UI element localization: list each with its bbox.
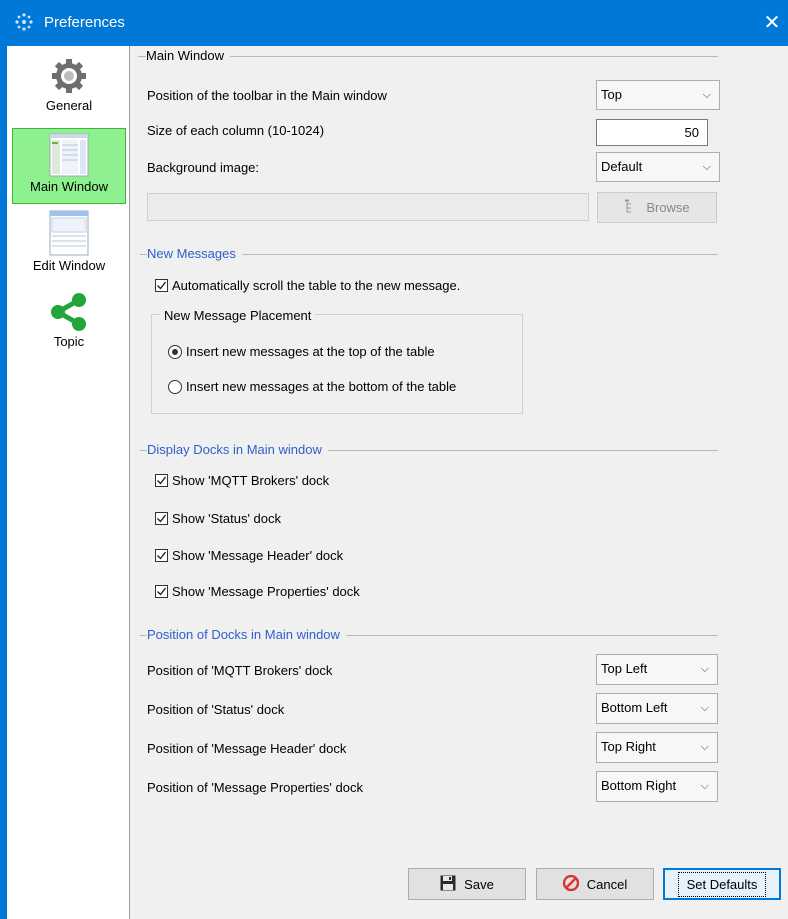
message-header-position-label: Position of 'Message Header' dock	[147, 741, 347, 756]
sidebar-item-edit-window[interactable]: Edit Window	[12, 210, 126, 280]
checkbox-label: Show 'Message Header' dock	[172, 548, 344, 563]
radio-button[interactable]	[168, 379, 182, 394]
placement-bottom-radio[interactable]: Insert new messages at the bottom of the…	[168, 379, 456, 394]
chevron-down-icon: ⌵	[702, 89, 711, 101]
placement-group-title: New Message Placement	[160, 308, 316, 323]
set-defaults-button[interactable]: Set Defaults	[663, 868, 781, 900]
toolbar-position-label: Position of the toolbar in the Main wind…	[147, 88, 387, 103]
sidebar-item-label: Topic	[53, 334, 85, 349]
topic-share-icon	[49, 292, 89, 332]
select-value: Top Right	[601, 739, 656, 754]
chevron-down-icon: ⌵	[702, 161, 711, 173]
radio-label: Insert new messages at the top of the ta…	[186, 344, 435, 359]
toolbar-position-select[interactable]: Top ⌵	[596, 80, 720, 110]
cancel-icon	[562, 874, 579, 894]
checkbox-box[interactable]	[155, 279, 168, 292]
folder-tree-icon	[624, 199, 638, 216]
autoscroll-checkbox[interactable]: Automatically scroll the table to the ne…	[155, 278, 460, 293]
preferences-sidebar: General Main Window Edit Window Topic	[7, 46, 130, 919]
sidebar-item-general[interactable]: General	[12, 56, 126, 126]
main-window-group-title: Main Window	[146, 48, 231, 63]
chevron-down-icon: ⌵	[700, 780, 709, 792]
chevron-down-icon: ⌵	[700, 702, 709, 714]
background-image-path	[147, 193, 589, 221]
column-size-label: Size of each column (10-1024)	[147, 123, 325, 138]
show-message-header-checkbox[interactable]: Show 'Message Header' dock	[155, 548, 343, 563]
set-defaults-label: Set Defaults	[677, 871, 767, 897]
cancel-label: Cancel	[586, 876, 628, 892]
checkbox-box[interactable]	[155, 585, 168, 598]
preferences-content: Main Window Position of the toolbar in t…	[130, 46, 788, 919]
checkbox-label: Show 'Message Properties' dock	[172, 584, 360, 599]
message-properties-position-label: Position of 'Message Properties' dock	[147, 780, 363, 795]
select-value: Top	[601, 87, 622, 102]
chevron-down-icon: ⌵	[700, 741, 709, 753]
sidebar-item-label: Main Window	[29, 179, 109, 194]
radio-button[interactable]	[168, 344, 182, 359]
show-mqtt-brokers-checkbox[interactable]: Show 'MQTT Brokers' dock	[155, 473, 329, 488]
new-messages-group-title: New Messages	[147, 246, 242, 261]
app-icon	[14, 12, 34, 32]
checkbox-box[interactable]	[155, 474, 168, 487]
save-button[interactable]: Save	[408, 868, 526, 900]
main-window-thumbnail-icon	[49, 133, 89, 177]
save-label: Save	[464, 876, 494, 892]
select-value: Default	[601, 159, 643, 174]
window-title: Preferences	[44, 14, 125, 31]
edit-window-thumbnail-icon	[49, 210, 89, 256]
placement-top-radio[interactable]: Insert new messages at the top of the ta…	[168, 344, 435, 359]
sidebar-item-label: Edit Window	[32, 258, 106, 273]
browse-button: Browse	[597, 192, 717, 223]
browse-label: Browse	[646, 200, 690, 215]
show-status-checkbox[interactable]: Show 'Status' dock	[155, 511, 281, 526]
checkbox-label: Show 'MQTT Brokers' dock	[172, 473, 330, 488]
dock-positions-group-title: Position of Docks in Main window	[147, 627, 346, 642]
select-value: Top Left	[601, 661, 648, 676]
checkbox-box[interactable]	[155, 512, 168, 525]
sidebar-item-topic[interactable]: Topic	[12, 292, 126, 362]
title-bar: Preferences ✕	[0, 0, 788, 46]
checkbox-label: Automatically scroll the table to the ne…	[172, 278, 461, 293]
background-image-label: Background image:	[147, 160, 260, 175]
gear-icon	[49, 56, 89, 96]
show-message-properties-checkbox[interactable]: Show 'Message Properties' dock	[155, 584, 360, 599]
status-position-select[interactable]: Bottom Left ⌵	[596, 693, 718, 724]
mqtt-brokers-position-label: Position of 'MQTT Brokers' dock	[147, 663, 333, 678]
message-header-position-select[interactable]: Top Right ⌵	[596, 732, 718, 763]
status-position-label: Position of 'Status' dock	[147, 702, 285, 717]
select-value: Bottom Right	[601, 778, 677, 793]
message-properties-position-select[interactable]: Bottom Right ⌵	[596, 771, 718, 802]
radio-label: Insert new messages at the bottom of the…	[186, 379, 457, 394]
display-docks-group-title: Display Docks in Main window	[147, 442, 328, 457]
new-message-placement-group	[151, 314, 523, 414]
chevron-down-icon: ⌵	[700, 663, 709, 675]
sidebar-item-main-window[interactable]: Main Window	[12, 128, 126, 204]
cancel-button[interactable]: Cancel	[536, 868, 654, 900]
close-icon[interactable]: ✕	[760, 10, 784, 35]
floppy-disk-icon	[440, 875, 456, 894]
checkbox-box[interactable]	[155, 549, 168, 562]
select-value: Bottom Left	[601, 700, 668, 715]
background-image-select[interactable]: Default ⌵	[596, 152, 720, 182]
column-size-field[interactable]: 50	[596, 119, 708, 146]
window-border	[0, 46, 7, 919]
checkbox-label: Show 'Status' dock	[172, 511, 282, 526]
sidebar-item-label: General	[45, 98, 93, 113]
mqtt-brokers-position-select[interactable]: Top Left ⌵	[596, 654, 718, 685]
